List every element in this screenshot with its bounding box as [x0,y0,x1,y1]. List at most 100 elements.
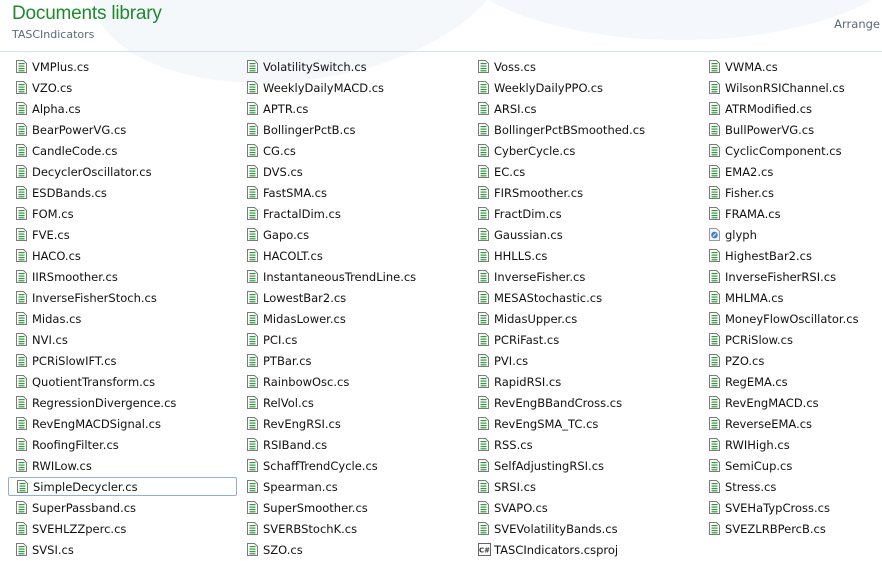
file-item[interactable]: RSS.cs [470,435,699,454]
file-item[interactable]: SZO.cs [239,540,468,559]
file-item[interactable]: RevEngSMA_TC.cs [470,414,699,433]
file-item[interactable]: RelVol.cs [239,393,468,412]
cs-file-icon [16,396,27,409]
file-item[interactable]: SRSI.cs [470,477,699,496]
file-item[interactable]: BollingerPctB.cs [239,120,468,139]
file-item[interactable]: Stress.cs [701,477,882,496]
file-item[interactable]: SVSI.cs [8,540,237,559]
file-item[interactable]: PZO.cs [701,351,882,370]
file-item[interactable]: ATRModified.cs [701,99,882,118]
file-item[interactable]: FRAMA.cs [701,204,882,223]
file-item[interactable]: MHLMA.cs [701,288,882,307]
file-item[interactable]: DecyclerOscillator.cs [8,162,237,181]
file-item[interactable]: ESDBands.cs [8,183,237,202]
file-item[interactable]: RevEngMACD.cs [701,393,882,412]
file-item[interactable]: HHLLS.cs [470,246,699,265]
file-item[interactable]: BearPowerVG.cs [8,120,237,139]
file-item[interactable]: VWMA.cs [701,57,882,76]
file-item[interactable]: BollingerPctBSmoothed.cs [470,120,699,139]
file-item[interactable]: SimpleDecycler.cs [8,477,237,496]
file-item[interactable]: RapidRSI.cs [470,372,699,391]
file-item[interactable]: RainbowOsc.cs [239,372,468,391]
file-item[interactable]: RSIBand.cs [239,435,468,454]
file-item[interactable]: BullPowerVG.cs [701,120,882,139]
file-item[interactable]: CG.cs [239,141,468,160]
file-item[interactable]: SVEHaTypCross.cs [701,498,882,517]
file-item[interactable]: RevEngRSI.cs [239,414,468,433]
file-item[interactable]: PCRiSlow.cs [701,330,882,349]
file-item[interactable]: Gapo.cs [239,225,468,244]
file-item[interactable]: CyberCycle.cs [470,141,699,160]
file-item[interactable]: WeeklyDailyPPO.cs [470,78,699,97]
file-item[interactable]: FVE.cs [8,225,237,244]
file-item[interactable]: InverseFisher.cs [470,267,699,286]
file-item[interactable]: InverseFisherStoch.cs [8,288,237,307]
file-item[interactable]: SuperPassband.cs [8,498,237,517]
file-item[interactable]: SelfAdjustingRSI.cs [470,456,699,475]
file-item[interactable]: FastSMA.cs [239,183,468,202]
file-item[interactable]: SVERBStochK.cs [239,519,468,538]
file-item[interactable]: MoneyFlowOscillator.cs [701,309,882,328]
file-item[interactable]: MESAStochastic.cs [470,288,699,307]
file-item[interactable]: SVEZLRBPercB.cs [701,519,882,538]
file-item[interactable]: WilsonRSIChannel.cs [701,78,882,97]
file-item[interactable]: SVAPO.cs [470,498,699,517]
file-item[interactable]: EC.cs [470,162,699,181]
file-item[interactable]: PVI.cs [470,351,699,370]
file-item[interactable]: RWILow.cs [8,456,237,475]
file-item[interactable]: PTBar.cs [239,351,468,370]
file-item[interactable]: FractalDim.cs [239,204,468,223]
file-item[interactable]: DVS.cs [239,162,468,181]
file-item[interactable]: FIRSmoother.cs [470,183,699,202]
file-item[interactable]: SVEVolatilityBands.cs [470,519,699,538]
file-item[interactable]: RWIHigh.cs [701,435,882,454]
file-item[interactable]: glyph [701,225,882,244]
file-item[interactable]: Gaussian.cs [470,225,699,244]
file-item[interactable]: APTR.cs [239,99,468,118]
file-item[interactable]: RevEngMACDSignal.cs [8,414,237,433]
file-item[interactable]: Midas.cs [8,309,237,328]
file-item[interactable]: SVEHLZZperc.cs [8,519,237,538]
file-item[interactable]: RevEngBBandCross.cs [470,393,699,412]
cs-file-icon [709,81,720,94]
file-item[interactable]: RoofingFilter.cs [8,435,237,454]
file-item[interactable]: IIRSmoother.cs [8,267,237,286]
file-item[interactable]: EMA2.cs [701,162,882,181]
file-item[interactable]: MidasLower.cs [239,309,468,328]
file-item[interactable]: WeeklyDailyMACD.cs [239,78,468,97]
file-item[interactable]: PCRiFast.cs [470,330,699,349]
file-item[interactable]: InverseFisherRSI.cs [701,267,882,286]
file-item[interactable]: LowestBar2.cs [239,288,468,307]
file-item[interactable]: SchaffTrendCycle.cs [239,456,468,475]
file-item[interactable]: HACO.cs [8,246,237,265]
file-item[interactable]: PCRiSlowIFT.cs [8,351,237,370]
file-item[interactable]: ARSI.cs [470,99,699,118]
file-item[interactable]: C# TASCIndicators.csproj [470,540,699,559]
file-item[interactable]: VolatilitySwitch.cs [239,57,468,76]
file-item[interactable]: FractDim.cs [470,204,699,223]
file-item[interactable]: PCI.cs [239,330,468,349]
file-item[interactable]: CandleCode.cs [8,141,237,160]
file-name: SVAPO.cs [494,500,548,515]
file-item[interactable]: Alpha.cs [8,99,237,118]
file-item[interactable]: FOM.cs [8,204,237,223]
file-item[interactable]: InstantaneousTrendLine.cs [239,267,468,286]
file-item[interactable]: RegEMA.cs [701,372,882,391]
file-item[interactable]: SemiCup.cs [701,456,882,475]
file-item[interactable]: VMPlus.cs [8,57,237,76]
file-item[interactable]: QuotientTransform.cs [8,372,237,391]
file-item[interactable]: RegressionDivergence.cs [8,393,237,412]
arrange-by-button[interactable]: Arrange [834,17,880,31]
file-name: RevEngMACDSignal.cs [32,416,161,431]
file-item[interactable]: HighestBar2.cs [701,246,882,265]
file-item[interactable]: CyclicComponent.cs [701,141,882,160]
file-item[interactable]: Voss.cs [470,57,699,76]
file-item[interactable]: Fisher.cs [701,183,882,202]
file-item[interactable]: ReverseEMA.cs [701,414,882,433]
file-item[interactable]: HACOLT.cs [239,246,468,265]
file-item[interactable]: SuperSmoother.cs [239,498,468,517]
file-item[interactable]: NVI.cs [8,330,237,349]
file-item[interactable]: VZO.cs [8,78,237,97]
file-item[interactable]: Spearman.cs [239,477,468,496]
file-item[interactable]: MidasUpper.cs [470,309,699,328]
